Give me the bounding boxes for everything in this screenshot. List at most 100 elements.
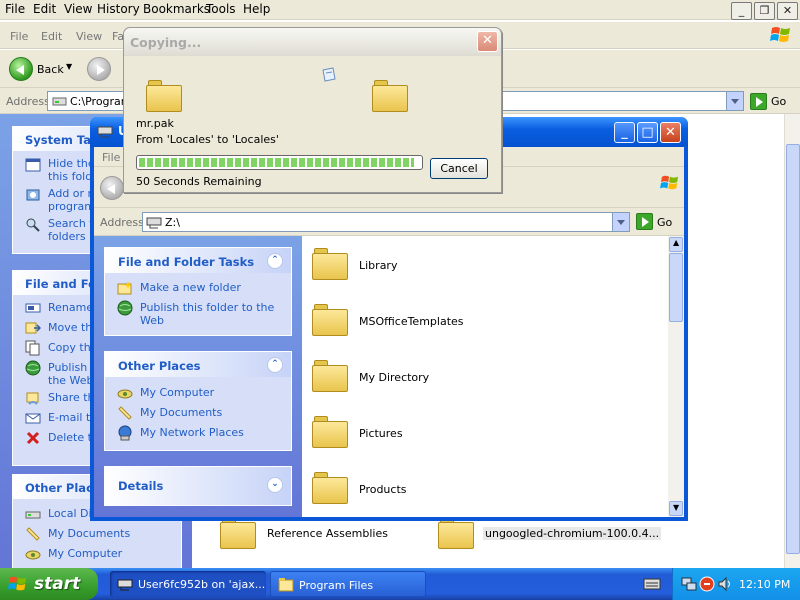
copying-filename: mr.pak (136, 117, 174, 130)
folder-icon (312, 304, 348, 336)
z-address-bar: Address Z:\ Go (94, 208, 684, 236)
back-arrow-icon[interactable] (9, 57, 33, 81)
cancel-button[interactable]: Cancel (430, 158, 488, 179)
z-minimize-button[interactable]: _ (614, 122, 635, 143)
z-close-button[interactable]: ✕ (660, 122, 681, 143)
windows-flag-icon (8, 576, 27, 591)
go-label[interactable]: Go (771, 95, 786, 108)
destination-folder-icon (372, 80, 408, 112)
z-details-pane: Details ⌄ (104, 466, 292, 506)
z-other-places-title[interactable]: Other Places ⌃ (105, 352, 291, 377)
folder-icon (312, 360, 348, 392)
globe-icon (117, 300, 133, 316)
menu-file[interactable]: File (5, 2, 25, 16)
menu-view[interactable]: View (64, 2, 92, 16)
menu-help[interactable]: Help (243, 2, 270, 16)
copying-dialog-title-bar[interactable]: Copying... ✕ (124, 28, 501, 56)
start-label: start (34, 574, 81, 594)
z-address-value: Z:\ (165, 216, 180, 229)
drive-icon (52, 97, 67, 106)
menu-history[interactable]: History (97, 2, 140, 16)
menu2-view[interactable]: View (76, 30, 102, 43)
z-address-input[interactable]: Z:\ (142, 212, 630, 232)
copy-progress-fill (139, 158, 415, 167)
copying-dialog: Copying... ✕ mr.pak From 'Locales' to 'L… (123, 27, 502, 193)
local-disk-icon (25, 511, 41, 519)
place-my-documents[interactable]: My Documents (105, 406, 291, 426)
folder-icon (312, 248, 348, 280)
z-file-folder-tasks-pane: File and Folder Tasks ⌃ Make a new folder… (104, 247, 292, 336)
forward-arrow-icon[interactable] (87, 57, 111, 81)
scroll-down-button[interactable]: ▼ (669, 501, 683, 516)
start-button[interactable]: start (0, 568, 98, 600)
menu-edit[interactable]: Edit (33, 2, 56, 16)
my-computer-icon (117, 389, 133, 399)
z-back-arrow-icon[interactable] (100, 176, 124, 200)
z-address-dropdown-icon[interactable] (612, 213, 629, 231)
folder-icon[interactable] (220, 517, 256, 549)
folder-icon[interactable] (438, 517, 474, 549)
address-dropdown-icon[interactable] (726, 92, 743, 110)
z-other-places-pane: Other Places ⌃ My Computer My Documents M… (104, 351, 292, 451)
go-arrow-icon[interactable] (750, 93, 767, 110)
list-item[interactable]: MSOfficeTemplates (302, 293, 668, 349)
back-dropdown-icon[interactable]: ▼ (66, 62, 72, 71)
folder-label-ungoogled-chromium[interactable]: ungoogled-chromium-100.0.4... (483, 527, 662, 540)
task-publish-folder[interactable]: Publish this folder to the Web (105, 300, 291, 331)
flying-paper-icon (322, 67, 336, 82)
task-make-new-folder[interactable]: Make a new folder (105, 281, 291, 301)
network-places-icon (118, 425, 132, 441)
z-file-list: Library MSOfficeTemplates My Directory P… (302, 236, 668, 517)
taskbar-item-user-window[interactable]: User6fc952b on 'ajax... (110, 571, 266, 597)
z-details-title[interactable]: Details ⌄ (105, 467, 291, 505)
copying-dialog-close-button[interactable]: ✕ (477, 31, 498, 52)
expand-chevron-icon[interactable]: ⌄ (267, 477, 283, 493)
globe-icon (25, 360, 41, 376)
menu-tools[interactable]: Tools (206, 2, 236, 16)
z-maximize-button[interactable]: □ (637, 122, 658, 143)
taskbar: start User6fc952b on 'ajax... Program Fi… (0, 568, 800, 600)
scroll-up-button[interactable]: ▲ (669, 237, 683, 252)
system-tray: 12:10 PM (672, 568, 800, 600)
minimize-button[interactable]: _ (731, 2, 752, 20)
folder-label-reference-assemblies[interactable]: Reference Assemblies (267, 527, 388, 540)
network-drive-icon (97, 126, 113, 138)
z-menu-file[interactable]: File (102, 151, 120, 164)
z-go-arrow-icon[interactable] (636, 213, 653, 230)
menu2-file[interactable]: File (10, 30, 28, 43)
security-tray-icon[interactable] (699, 576, 715, 592)
place-my-computer[interactable]: My Computer (105, 386, 291, 406)
place-my-network-places[interactable]: My Network Places (105, 425, 291, 446)
z-scrollbar[interactable]: ▲ ▼ (668, 236, 684, 517)
z-window-body: File Address Z:\ Go File and Folder Task… (94, 147, 684, 517)
network-tray-icon[interactable] (681, 576, 697, 592)
collapse-chevron-icon[interactable]: ⌃ (267, 357, 283, 373)
list-item[interactable]: Pictures (302, 405, 668, 461)
keyboard-icon[interactable] (643, 577, 661, 591)
taskbar-item-program-files[interactable]: Program Files (270, 571, 426, 597)
volume-icon[interactable] (717, 576, 733, 592)
copying-time-remaining: 50 Seconds Remaining (136, 175, 262, 188)
copy-icon (25, 340, 40, 356)
back-label[interactable]: Back (37, 63, 64, 76)
menu2-edit[interactable]: Edit (41, 30, 62, 43)
network-drive-icon (117, 579, 133, 591)
menu-bookmarks[interactable]: Bookmarks (143, 2, 210, 16)
scrollbar-thumb[interactable] (669, 253, 683, 322)
collapse-chevron-icon[interactable]: ⌃ (267, 253, 283, 269)
z-task-sidebar: File and Folder Tasks ⌃ Make a new folder… (94, 236, 302, 517)
close-button[interactable]: ✕ (777, 2, 798, 20)
bg-scrollbar-thumb[interactable] (786, 144, 800, 554)
bg-scrollbar[interactable] (784, 114, 800, 568)
z-file-folder-tasks-title[interactable]: File and Folder Tasks ⌃ (105, 248, 291, 273)
restore-button[interactable]: ❐ (754, 2, 775, 20)
copy-progress-bar (136, 155, 423, 170)
list-item[interactable]: Products (302, 461, 668, 517)
place-my-computer[interactable]: My Computer (13, 547, 181, 567)
list-item[interactable]: My Directory (302, 349, 668, 405)
place-my-documents[interactable]: My Documents (13, 527, 181, 547)
z-go-label[interactable]: Go (657, 216, 672, 229)
network-drive-icon (146, 217, 162, 229)
list-item[interactable]: Library (302, 237, 668, 293)
share-icon (26, 392, 39, 405)
